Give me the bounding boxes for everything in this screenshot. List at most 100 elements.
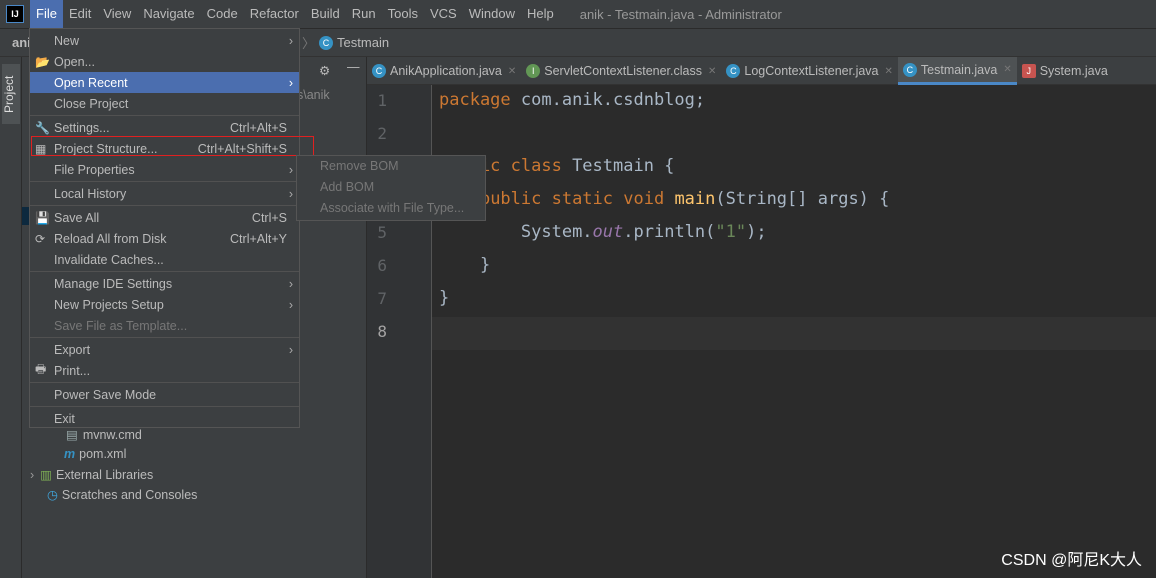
menu-item-local-history[interactable]: Local History › xyxy=(30,183,299,204)
close-icon[interactable]: ✕ xyxy=(508,66,516,77)
menu-item-settings[interactable]: 🔧 Settings... Ctrl+Alt+S xyxy=(30,117,299,138)
intellij-logo-icon: IJ xyxy=(6,5,24,23)
menu-refactor[interactable]: Refactor xyxy=(244,0,305,28)
tab-label: AnikApplication.java xyxy=(390,64,502,78)
interface-icon: I xyxy=(526,64,541,78)
menu-separator xyxy=(30,205,299,206)
close-icon[interactable]: ✕ xyxy=(1003,64,1011,75)
menu-item-exit[interactable]: Exit xyxy=(30,408,299,429)
close-icon[interactable]: ✕ xyxy=(885,66,893,77)
gear-icon[interactable]: ⚙ xyxy=(319,63,330,78)
menu-window[interactable]: Window xyxy=(463,0,521,28)
chevron-right-icon: › xyxy=(288,75,293,90)
menu-item-open-recent[interactable]: Open Recent › xyxy=(30,72,299,93)
menu-item-manage-ide-settings[interactable]: Manage IDE Settings › xyxy=(30,273,299,294)
tab-testmain[interactable]: C Testmain.java ✕ xyxy=(897,57,1017,85)
chevron-right-icon: › xyxy=(288,297,293,312)
menu-item-print[interactable]: 🖶 Print... xyxy=(30,360,299,381)
menu-navigate[interactable]: Navigate xyxy=(137,0,200,28)
tab-servlet-context-listener[interactable]: I ServletContextListener.class ✕ xyxy=(521,57,721,85)
menu-item-reload[interactable]: ⟳ Reload All from Disk Ctrl+Alt+Y xyxy=(30,228,299,249)
tab-anik-application[interactable]: C AnikApplication.java ✕ xyxy=(367,57,521,85)
tool-window-strip xyxy=(0,57,22,578)
menu-item-save-all[interactable]: 💾 Save All Ctrl+S xyxy=(30,207,299,228)
tab-label: Testmain.java xyxy=(920,62,998,77)
menu-tools[interactable]: Tools xyxy=(382,0,424,28)
window-title: anik - Testmain.java - Administrator xyxy=(579,6,782,22)
menu-vcs[interactable]: VCS xyxy=(424,0,463,28)
menu-item-power-save[interactable]: Power Save Mode xyxy=(30,384,299,405)
breadcrumb-project[interactable]: ani xyxy=(12,35,31,50)
menu-file[interactable]: File xyxy=(30,0,63,28)
file-properties-submenu: Remove BOM Add BOM Associate with File T… xyxy=(296,155,486,221)
menu-item-new-projects-setup[interactable]: New Projects Setup › xyxy=(30,294,299,315)
menu-help[interactable]: Help xyxy=(521,0,560,28)
chevron-right-icon: › xyxy=(288,33,293,48)
class-icon: C xyxy=(372,64,386,78)
highlight-annotation xyxy=(31,136,314,156)
tree-item-pom-xml[interactable]: m pom.xml xyxy=(64,447,126,461)
tree-item-mvnw-cmd[interactable]: ▤ mvnw.cmd xyxy=(66,427,142,443)
menu-edit[interactable]: Edit xyxy=(63,0,97,28)
line-number: 7 xyxy=(377,289,387,308)
menu-run[interactable]: Run xyxy=(346,0,382,28)
line-number: 1 xyxy=(377,91,387,110)
menu-separator xyxy=(30,181,299,182)
tree-label: pom.xml xyxy=(79,447,127,461)
chevron-right-icon: › xyxy=(288,162,293,177)
tree-label: Scratches and Consoles xyxy=(61,487,198,502)
code-line-4: public static void main(String[] args) { xyxy=(479,189,890,209)
project-tool-tab[interactable]: Project xyxy=(2,64,20,124)
tree-item-external-libraries[interactable]: › ▥ External Libraries xyxy=(30,467,154,483)
class-icon: C xyxy=(319,35,334,50)
file-menu: New › 📂 Open... Open Recent › Close Project… xyxy=(29,28,300,428)
line-number: 8 xyxy=(377,322,387,341)
menu-separator xyxy=(30,406,299,407)
menu-build[interactable]: Build xyxy=(305,0,346,28)
editor-tabs: C AnikApplication.java ✕ I ServletContextLi… xyxy=(367,57,1156,85)
class-icon: C xyxy=(902,62,917,77)
menu-code[interactable]: Code xyxy=(201,0,244,28)
code-line-6: } xyxy=(479,255,491,275)
project-path: s\anik xyxy=(297,88,330,102)
code-line-1: package com.anik.csdnblog; xyxy=(439,90,706,110)
minimize-icon[interactable]: — xyxy=(347,60,360,74)
code-line-7: } xyxy=(439,288,450,308)
menu-separator xyxy=(30,337,299,338)
submenu-associate-file-type: Associate with File Type... xyxy=(320,201,465,215)
menu-item-close-project[interactable]: Close Project xyxy=(30,93,299,114)
reload-icon: ⟳ xyxy=(35,231,46,246)
menu-item-export[interactable]: Export › xyxy=(30,339,299,360)
scratches-icon: ◷ xyxy=(47,488,58,502)
chevron-right-icon: › xyxy=(288,276,293,291)
current-line-highlight xyxy=(432,317,1156,350)
close-icon[interactable]: ✕ xyxy=(708,66,716,77)
maven-icon: m xyxy=(64,447,76,461)
tree-label: External Libraries xyxy=(55,467,154,482)
folder-icon: 📂 xyxy=(35,54,50,69)
menu-item-invalidate-caches[interactable]: Invalidate Caches... xyxy=(30,249,299,270)
menu-separator xyxy=(30,271,299,272)
tab-label: ServletContextListener.class xyxy=(544,64,702,78)
menu-view[interactable]: View xyxy=(97,0,137,28)
class-icon: C xyxy=(726,64,741,78)
submenu-remove-bom: Remove BOM xyxy=(320,159,399,173)
watermark: CSDN @阿尼K大人 xyxy=(1001,552,1142,569)
breadcrumb-file[interactable]: Testmain xyxy=(337,35,389,50)
save-icon: 💾 xyxy=(35,210,50,225)
wrench-icon: 🔧 xyxy=(35,120,50,135)
chevron-right-icon[interactable]: › xyxy=(30,468,34,482)
menu-item-open[interactable]: 📂 Open... xyxy=(30,51,299,72)
line-number: 2 xyxy=(377,124,387,143)
chevron-right-icon: › xyxy=(288,342,293,357)
tab-system[interactable]: J System.java xyxy=(1017,57,1113,85)
tree-item-scratches[interactable]: ◷ Scratches and Consoles xyxy=(47,487,198,503)
tab-label: LogContextListener.java xyxy=(744,64,879,78)
menu-item-new[interactable]: New › xyxy=(30,30,299,51)
menu-separator xyxy=(30,115,299,116)
tab-log-context-listener[interactable]: C LogContextListener.java ✕ xyxy=(721,57,898,85)
java-class-icon: J xyxy=(1021,64,1036,78)
menu-item-save-as-template: Save File as Template... xyxy=(54,318,188,333)
menu-item-file-properties[interactable]: File Properties › xyxy=(30,159,299,180)
line-number: 6 xyxy=(377,256,387,275)
